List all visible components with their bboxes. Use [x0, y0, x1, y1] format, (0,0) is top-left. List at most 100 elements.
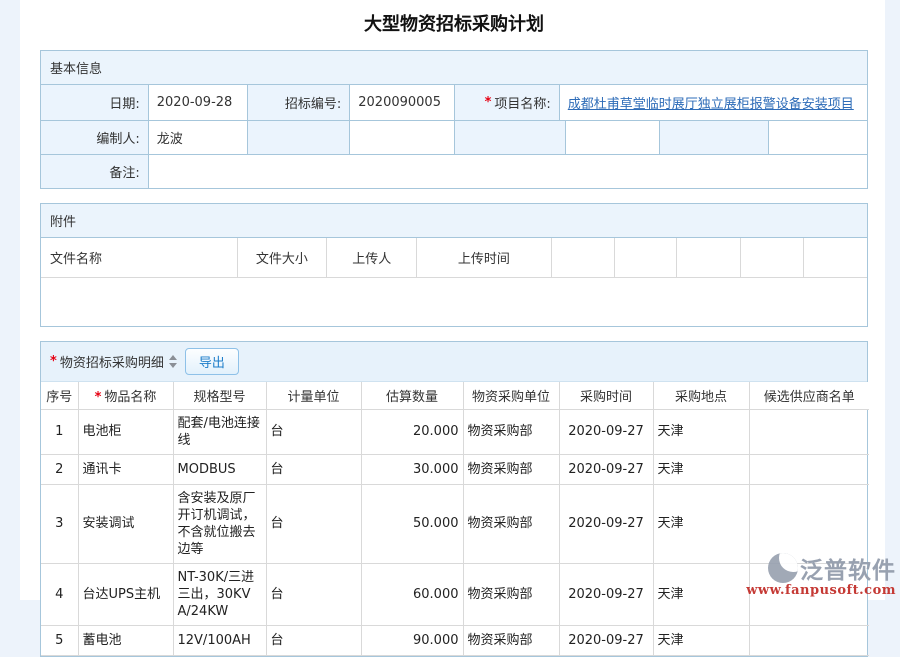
basic-info-title: 基本信息	[50, 58, 102, 77]
export-button[interactable]: 导出	[185, 348, 239, 375]
col-spec-model: 规格型号	[173, 382, 266, 409]
detail-cell: 台	[266, 484, 361, 563]
attachments-section: 附件 文件名称 文件大小 上传人 上传时间	[40, 203, 868, 327]
detail-cell: 2020-09-27	[559, 625, 653, 655]
empty-value-cell	[566, 121, 660, 154]
attachments-empty-body	[41, 278, 867, 326]
detail-cell: 物资采购部	[463, 563, 559, 625]
detail-cell: 2	[41, 454, 78, 484]
author-value: 龙波	[149, 121, 248, 154]
basic-info-row-2: 编制人: 龙波	[41, 121, 867, 155]
page: 大型物资招标采购计划 基本信息 日期: 2020-09-28 招标编号: 202…	[20, 0, 885, 600]
detail-cell: 安装调试	[78, 484, 173, 563]
col-candidate-suppliers: 候选供应商名单	[749, 382, 869, 409]
detail-cell: 5	[41, 625, 78, 655]
detail-cell: 台	[266, 409, 361, 454]
attachments-section-header: 附件	[41, 204, 867, 238]
col-file-name: 文件名称	[41, 238, 238, 277]
sort-down-icon[interactable]	[169, 363, 177, 368]
col-file-size: 文件大小	[238, 238, 328, 277]
detail-cell: 2020-09-27	[559, 484, 653, 563]
detail-cell: 50.000	[361, 484, 463, 563]
remark-label: 备注:	[41, 155, 149, 188]
table-row: 5蓄电池12V/100AH台90.000物资采购部2020-09-27天津	[41, 625, 869, 655]
basic-info-section: 基本信息 日期: 2020-09-28 招标编号: 2020090005 * 项…	[40, 50, 868, 189]
col-unit: 计量单位	[266, 382, 361, 409]
detail-cell: 3	[41, 484, 78, 563]
sort-arrows[interactable]	[169, 355, 177, 368]
table-row: 4台达UPS主机NT-30K/三进三出，30KVA/24KW台60.000物资采…	[41, 563, 869, 625]
col-empty	[804, 238, 867, 277]
detail-cell: 台	[266, 563, 361, 625]
required-asterisk: *	[95, 390, 102, 405]
col-uploader: 上传人	[327, 238, 417, 277]
detail-cell	[749, 454, 869, 484]
detail-cell: 台	[266, 454, 361, 484]
detail-cell: MODBUS	[173, 454, 266, 484]
detail-cell: 60.000	[361, 563, 463, 625]
detail-cell: 电池柜	[78, 409, 173, 454]
project-name-link[interactable]: 成都杜甫草堂临时展厅独立展柜报警设备安装项目	[568, 93, 854, 112]
detail-cell: 通讯卡	[78, 454, 173, 484]
details-section-header: * 物资招标采购明细 导出	[41, 342, 867, 382]
required-asterisk: *	[50, 354, 57, 369]
detail-cell: 台达UPS主机	[78, 563, 173, 625]
empty-value-cell	[769, 121, 867, 154]
col-estimated-qty: 估算数量	[361, 382, 463, 409]
details-title: 物资招标采购明细	[60, 352, 164, 371]
details-table-body: 1电池柜配套/电池连接线台20.000物资采购部2020-09-27天津2通讯卡…	[41, 409, 869, 655]
detail-cell	[749, 563, 869, 625]
col-purchase-time: 采购时间	[559, 382, 653, 409]
detail-cell: 蓄电池	[78, 625, 173, 655]
detail-cell: 物资采购部	[463, 484, 559, 563]
detail-cell: 含安装及原厂开订机调试，不含就位搬去边等	[173, 484, 266, 563]
detail-cell: 90.000	[361, 625, 463, 655]
detail-cell	[749, 409, 869, 454]
detail-cell: 2020-09-27	[559, 563, 653, 625]
detail-cell: 配套/电池连接线	[173, 409, 266, 454]
col-empty	[677, 238, 741, 277]
author-label: 编制人:	[41, 121, 149, 154]
detail-cell: 1	[41, 409, 78, 454]
table-row: 3安装调试含安装及原厂开订机调试，不含就位搬去边等台50.000物资采购部202…	[41, 484, 869, 563]
detail-cell: 30.000	[361, 454, 463, 484]
attachments-header-row: 文件名称 文件大小 上传人 上传时间	[41, 238, 867, 278]
detail-cell: 物资采购部	[463, 409, 559, 454]
detail-cell: 天津	[653, 563, 749, 625]
detail-cell: 2020-09-27	[559, 454, 653, 484]
details-table: 序号 *物品名称 规格型号 计量单位 估算数量 物资采购单位 采购时间 采购地点…	[41, 382, 869, 656]
page-title: 大型物资招标采购计划	[40, 10, 868, 36]
col-seq: 序号	[41, 382, 78, 409]
detail-cell: 物资采购部	[463, 454, 559, 484]
detail-cell: 2020-09-27	[559, 409, 653, 454]
detail-cell: NT-30K/三进三出，30KVA/24KW	[173, 563, 266, 625]
sort-up-icon[interactable]	[169, 355, 177, 360]
col-item-name: *物品名称	[78, 382, 173, 409]
detail-cell: 天津	[653, 484, 749, 563]
project-label: * 项目名称:	[455, 85, 560, 120]
empty-value-cell	[350, 121, 455, 154]
basic-info-row-3: 备注:	[41, 155, 867, 188]
date-value: 2020-09-28	[149, 85, 248, 120]
project-value-cell: 成都杜甫草堂临时展厅独立展柜报警设备安装项目	[560, 85, 867, 120]
col-upload-time: 上传时间	[417, 238, 552, 277]
bid-no-label: 招标编号:	[248, 85, 351, 120]
details-section: * 物资招标采购明细 导出 序号 *物品名称 规格型号 计量单位 估算数量	[40, 341, 868, 657]
detail-cell: 12V/100AH	[173, 625, 266, 655]
col-empty	[615, 238, 678, 277]
remark-value	[149, 155, 867, 188]
col-empty	[552, 238, 615, 277]
basic-info-section-header: 基本信息	[41, 51, 867, 85]
detail-cell	[749, 484, 869, 563]
detail-cell	[749, 625, 869, 655]
empty-label-cell	[248, 121, 351, 154]
detail-cell: 天津	[653, 409, 749, 454]
detail-cell: 天津	[653, 454, 749, 484]
empty-label-cell	[455, 121, 566, 154]
detail-cell: 4	[41, 563, 78, 625]
col-empty	[741, 238, 804, 277]
detail-cell: 20.000	[361, 409, 463, 454]
detail-cell: 物资采购部	[463, 625, 559, 655]
bid-no-value: 2020090005	[350, 85, 455, 120]
table-row: 1电池柜配套/电池连接线台20.000物资采购部2020-09-27天津	[41, 409, 869, 454]
